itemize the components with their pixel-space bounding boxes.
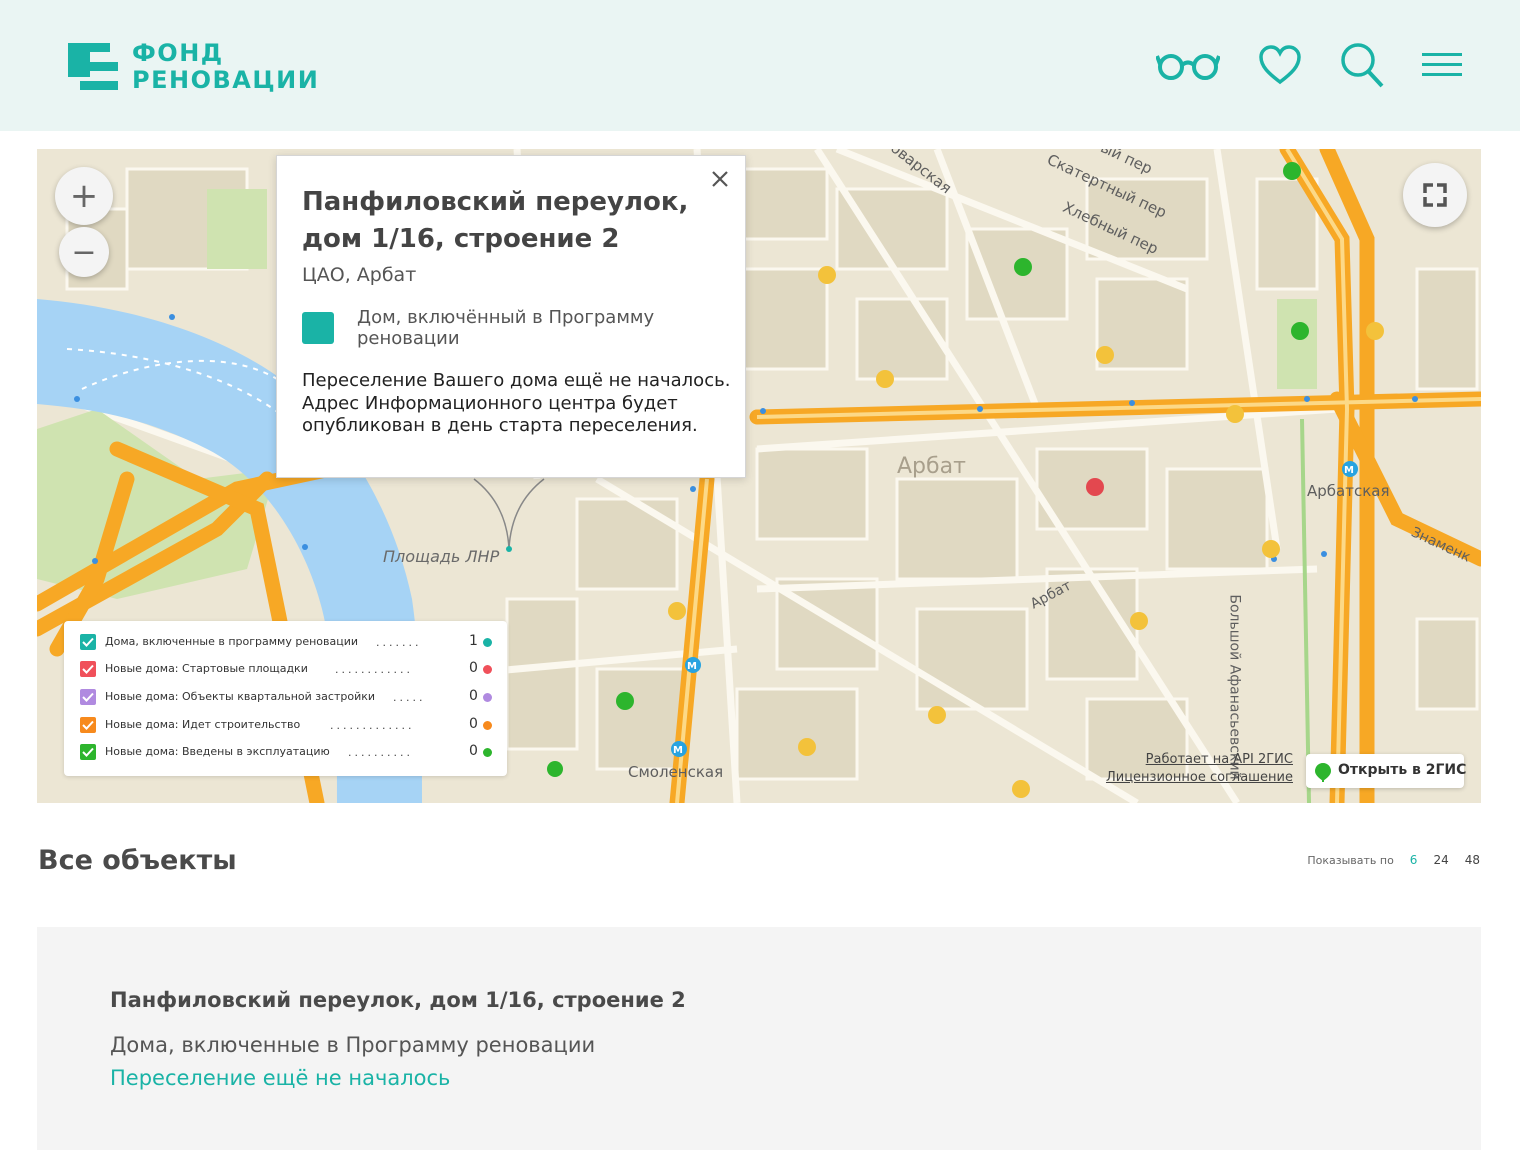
map-label-district: Арбат — [897, 454, 966, 479]
legend-color-dot — [483, 665, 492, 674]
legend-item[interactable]: Дома, включенные в программу реновации .… — [80, 632, 495, 652]
legend-count: 0 — [469, 688, 478, 704]
legend-label: Новые дома: Стартовые площадки — [105, 662, 308, 675]
legend-label: Дома, включенные в программу реновации — [105, 635, 359, 648]
legend-checkbox[interactable] — [80, 717, 96, 733]
legend-count: 1 — [469, 633, 478, 649]
logo-line-2: РЕНОВАЦИИ — [132, 66, 320, 94]
logo-line-1: ФОНД — [132, 39, 224, 67]
legend-label: Новые дома: Объекты квартальной застройк… — [105, 690, 376, 703]
legend-leader-dots: ..... — [393, 691, 426, 704]
heart-icon[interactable] — [1258, 45, 1302, 85]
search-icon[interactable] — [1340, 42, 1384, 88]
check-icon — [82, 747, 94, 757]
per-page-label: Показывать по — [1307, 853, 1394, 867]
svg-text:M: M — [687, 661, 697, 672]
check-icon — [82, 720, 94, 730]
license-agreement-link[interactable]: Лицензионное соглашение — [1106, 770, 1293, 785]
legend-checkbox[interactable] — [80, 744, 96, 760]
fullscreen-icon — [1423, 183, 1447, 207]
header-icons — [1156, 42, 1462, 88]
legend-count: 0 — [469, 660, 478, 676]
check-icon — [82, 692, 94, 702]
map-label-square: Площадь ЛНР — [383, 547, 500, 566]
zoom-out-button[interactable]: − — [59, 227, 109, 277]
object-card-type: Дома, включенные в Программу реновации — [110, 1033, 596, 1057]
menu-icon[interactable] — [1422, 52, 1462, 78]
svg-text:M: M — [673, 745, 683, 756]
open-in-2gis-label: Открыть в 2ГИС — [1338, 762, 1467, 778]
legend-checkbox[interactable] — [80, 689, 96, 705]
popup-title: Панфиловский переулок, дом 1/16, строени… — [302, 187, 689, 254]
legend-color-dot — [483, 721, 492, 730]
glasses-icon[interactable] — [1156, 50, 1220, 80]
legend-count: 0 — [469, 743, 478, 759]
legend-item[interactable]: Новые дома: Объекты квартальной застройк… — [80, 687, 495, 707]
legend-color-dot — [483, 693, 492, 702]
legend-count: 0 — [469, 716, 478, 732]
map-legend: Дома, включенные в программу реновации .… — [64, 621, 507, 776]
legend-color-dot — [483, 638, 492, 647]
popup-status: Дом, включённый в Программу реновации — [357, 307, 655, 349]
legend-checkbox[interactable] — [80, 634, 96, 650]
2gis-leaf-icon — [1315, 763, 1331, 782]
fullscreen-button[interactable] — [1403, 163, 1467, 227]
legend-leader-dots: ....... — [376, 636, 422, 649]
svg-text:M: M — [1344, 465, 1354, 476]
open-in-2gis-button[interactable]: Открыть в 2ГИС — [1306, 754, 1467, 788]
object-card-status: Переселение ещё не началось — [110, 1066, 451, 1090]
legend-leader-dots: ............. — [330, 719, 415, 732]
logo-mark-icon — [68, 43, 118, 91]
map-label-metro-smolenskaya: Смоленская — [628, 763, 724, 781]
logo[interactable]: ФОНД РЕНОВАЦИИ — [68, 40, 319, 94]
popup-description: Переселение Вашего дома ещё не началось.… — [302, 370, 731, 436]
popup-status-color — [302, 312, 334, 344]
legend-item[interactable]: Новые дома: Введены в эксплуатацию .....… — [80, 742, 495, 762]
object-card[interactable]: Панфиловский переулок, дом 1/16, строени… — [37, 927, 1481, 1150]
per-page-option-6[interactable]: 6 — [1410, 853, 1418, 867]
address-popup: Панфиловский переулок, дом 1/16, строени… — [276, 155, 746, 478]
attribution-api-link[interactable]: Работает на API 2ГИС — [1146, 752, 1293, 767]
legend-item[interactable]: Новые дома: Идет строительство .........… — [80, 715, 495, 735]
map-label-metro-arbatskaya: Арбатская — [1307, 482, 1390, 500]
per-page-option-48[interactable]: 48 — [1465, 853, 1480, 867]
legend-label: Новые дома: Идет строительство — [105, 718, 301, 731]
logo-text: ФОНД РЕНОВАЦИИ — [132, 40, 319, 94]
legend-leader-dots: ............ — [335, 663, 413, 676]
per-page-selector: Показывать по 6 24 48 — [1307, 853, 1480, 867]
site-header: ФОНД РЕНОВАЦИИ — [0, 0, 1520, 131]
per-page-option-24[interactable]: 24 — [1433, 853, 1448, 867]
zoom-in-button[interactable]: + — [55, 167, 113, 225]
legend-label: Новые дома: Введены в эксплуатацию — [105, 745, 330, 758]
legend-leader-dots: .......... — [348, 746, 413, 759]
popup-district: ЦАО, Арбат — [302, 264, 417, 286]
check-icon — [82, 664, 94, 674]
object-card-title[interactable]: Панфиловский переулок, дом 1/16, строени… — [110, 988, 686, 1012]
legend-item[interactable]: Новые дома: Стартовые площадки .........… — [80, 659, 495, 679]
check-icon — [82, 637, 94, 647]
legend-color-dot — [483, 748, 492, 757]
section-title: Все объекты — [38, 845, 237, 876]
map[interactable]: M M M Арбат Площадь ЛНР Арбатская Смолен… — [37, 149, 1481, 803]
legend-checkbox[interactable] — [80, 661, 96, 677]
